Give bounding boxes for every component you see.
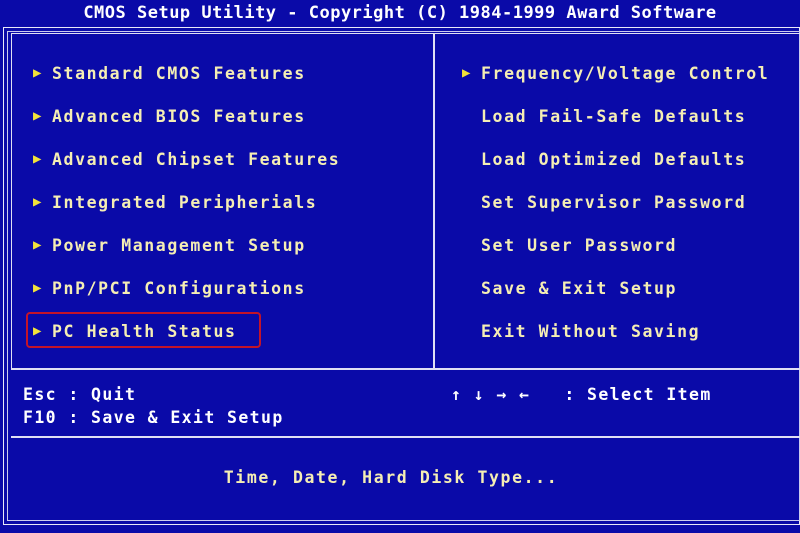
submenu-arrow-icon: ▶ bbox=[33, 65, 44, 81]
menu-item-label: Exit Without Saving bbox=[481, 322, 701, 341]
column-divider bbox=[433, 34, 435, 368]
menu-item-right-4[interactable]: Set User Password bbox=[455, 230, 800, 273]
menu-item-label: Advanced Chipset Features bbox=[52, 150, 341, 169]
submenu-arrow-icon: ▶ bbox=[33, 323, 44, 339]
menu-item-label: Standard CMOS Features bbox=[52, 64, 306, 83]
menu-item-label: PnP/PCI Configurations bbox=[52, 279, 306, 298]
help-bar: Esc : Quit F10 : Save & Exit Setup ↑ ↓ →… bbox=[11, 370, 800, 435]
menu-item-left-1[interactable]: ▶ Advanced BIOS Features bbox=[26, 101, 426, 144]
menu-item-label: Power Management Setup bbox=[52, 236, 306, 255]
menu-item-left-5[interactable]: ▶ PnP/PCI Configurations bbox=[26, 273, 426, 316]
menu-item-label: Load Fail-Safe Defaults bbox=[481, 107, 747, 126]
submenu-arrow-icon: ▶ bbox=[33, 108, 44, 124]
submenu-arrow-icon: ▶ bbox=[462, 65, 473, 81]
menu-item-left-3[interactable]: ▶ Integrated Peripherials bbox=[26, 187, 426, 230]
menu-item-label: Set Supervisor Password bbox=[481, 193, 747, 212]
bios-setup-screen: CMOS Setup Utility - Copyright (C) 1984-… bbox=[0, 0, 800, 533]
menu-item-label: PC Health Status bbox=[52, 322, 237, 341]
menu-item-left-2[interactable]: ▶ Advanced Chipset Features bbox=[26, 144, 426, 187]
menu-item-right-6[interactable]: Exit Without Saving bbox=[455, 316, 800, 359]
submenu-arrow-icon: ▶ bbox=[33, 194, 44, 210]
menu-item-label: Advanced BIOS Features bbox=[52, 107, 306, 126]
submenu-arrow-icon: ▶ bbox=[33, 151, 44, 167]
help-select-item: ↑ ↓ → ← : Select Item bbox=[451, 385, 712, 404]
menu-item-label: Integrated Peripherials bbox=[52, 193, 318, 212]
menu-item-label: Frequency/Voltage Control bbox=[481, 64, 770, 83]
submenu-arrow-icon: ▶ bbox=[33, 280, 44, 296]
status-description: Time, Date, Hard Disk Type... bbox=[223, 468, 559, 487]
menu-item-right-5[interactable]: Save & Exit Setup bbox=[455, 273, 800, 316]
status-panel: Time, Date, Hard Disk Type... bbox=[11, 440, 800, 518]
page-title: CMOS Setup Utility - Copyright (C) 1984-… bbox=[83, 3, 717, 23]
help-esc-quit: Esc : Quit bbox=[23, 385, 137, 404]
menu-item-right-0[interactable]: ▶ Frequency/Voltage Control bbox=[455, 58, 800, 101]
menu-item-right-3[interactable]: Set Supervisor Password bbox=[455, 187, 800, 230]
menu-item-left-0[interactable]: ▶ Standard CMOS Features bbox=[26, 58, 426, 101]
menu-item-label: Set User Password bbox=[481, 236, 678, 255]
menu-item-label: Load Optimized Defaults bbox=[481, 150, 747, 169]
menu-column-left: ▶ Standard CMOS Features ▶ Advanced BIOS Fe… bbox=[26, 58, 426, 359]
menu-item-right-1[interactable]: Load Fail-Safe Defaults bbox=[455, 101, 800, 144]
menu-item-right-2[interactable]: Load Optimized Defaults bbox=[455, 144, 800, 187]
menu-column-right: ▶ Frequency/Voltage Control Load Fail-Safe… bbox=[455, 58, 800, 359]
menu-item-label: Save & Exit Setup bbox=[481, 279, 678, 298]
help-divider-bottom bbox=[11, 436, 800, 438]
menu-item-left-6[interactable]: ▶ PC Health Status bbox=[26, 312, 426, 359]
menu-item-left-4[interactable]: ▶ Power Management Setup bbox=[26, 230, 426, 273]
submenu-arrow-icon: ▶ bbox=[33, 237, 44, 253]
help-f10-save-exit: F10 : Save & Exit Setup bbox=[23, 408, 284, 427]
